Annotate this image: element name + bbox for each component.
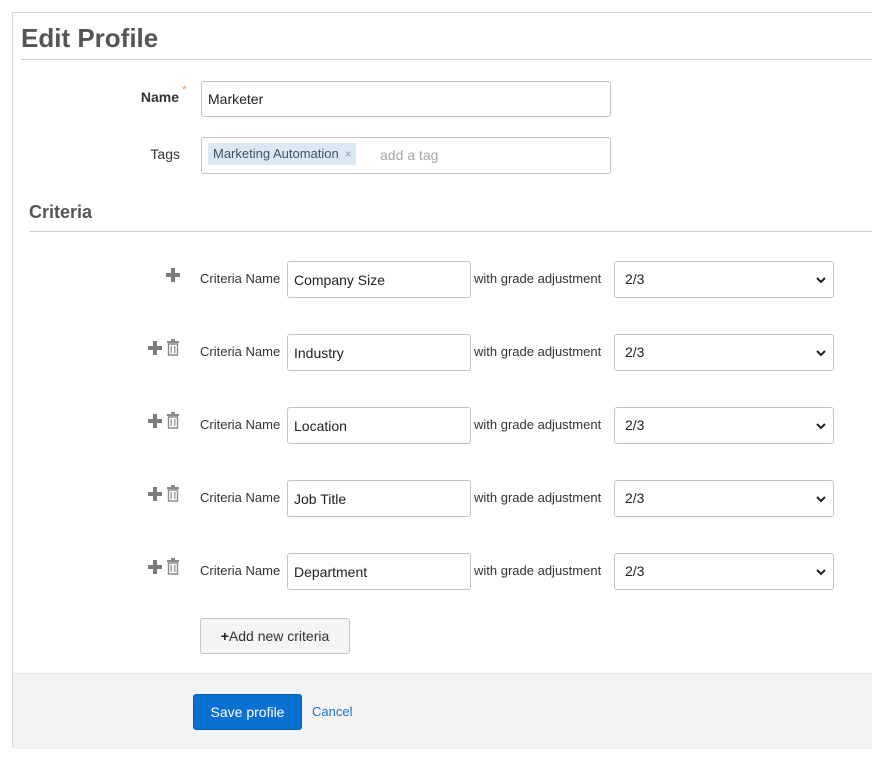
chevron-down-icon — [816, 496, 826, 503]
criteria-name-input[interactable] — [287, 261, 471, 298]
criteria-name-input[interactable] — [287, 480, 471, 517]
add-criteria-label: Add new criteria — [228, 628, 330, 644]
tag-label: Marketing Automation — [213, 146, 339, 161]
page-title: Edit Profile — [21, 23, 159, 53]
criteria-row: Criteria Name with grade adjustment 2/3 — [13, 261, 872, 299]
add-criteria-icon[interactable] — [165, 267, 181, 283]
edit-profile-panel: Edit Profile Name * Tags Marketing Autom… — [12, 12, 872, 749]
title-divider — [21, 59, 872, 60]
criteria-name-label: Criteria Name — [200, 417, 281, 432]
add-criteria-icon[interactable] — [147, 559, 163, 575]
tag-remove-icon[interactable]: × — [345, 147, 352, 161]
name-input[interactable] — [201, 81, 611, 117]
grade-adjustment-label: with grade adjustment — [474, 271, 602, 286]
name-label: Name — [140, 89, 179, 105]
grade-adjustment-select[interactable]: 2/3 — [614, 334, 834, 371]
criteria-row: Criteria Name with grade adjustment 2/3 — [13, 480, 872, 518]
required-indicator: * — [182, 83, 187, 97]
criteria-row: Criteria Name with grade adjustment 2/3 — [13, 407, 872, 445]
grade-adjustment-label: with grade adjustment — [474, 490, 602, 505]
add-criteria-icon[interactable] — [147, 413, 163, 429]
tags-field[interactable]: Marketing Automation × — [201, 137, 611, 174]
tags-label: Tags — [150, 146, 180, 162]
criteria-name-label: Criteria Name — [200, 271, 281, 286]
chevron-down-icon — [816, 569, 826, 576]
criteria-name-input[interactable] — [287, 334, 471, 371]
grade-adjustment-select[interactable]: 2/3 — [614, 480, 834, 517]
plus-icon: + — [220, 628, 229, 644]
grade-adjustment-select[interactable]: 2/3 — [614, 553, 834, 590]
criteria-row: Criteria Name with grade adjustment 2/3 — [13, 334, 872, 372]
criteria-name-label: Criteria Name — [200, 490, 281, 505]
criteria-name-input[interactable] — [287, 407, 471, 444]
tag-input[interactable] — [378, 146, 578, 164]
chevron-down-icon — [816, 277, 826, 284]
grade-value: 2/3 — [625, 563, 645, 579]
add-criteria-icon[interactable] — [147, 340, 163, 356]
criteria-name-label: Criteria Name — [200, 563, 281, 578]
grade-adjustment-label: with grade adjustment — [474, 563, 602, 578]
criteria-name-label: Criteria Name — [200, 344, 281, 359]
trash-icon[interactable] — [166, 339, 180, 356]
chevron-down-icon — [816, 423, 826, 430]
criteria-row: Criteria Name with grade adjustment 2/3 — [13, 553, 872, 591]
chevron-down-icon — [816, 350, 826, 357]
grade-adjustment-select[interactable]: 2/3 — [614, 407, 834, 444]
trash-icon[interactable] — [166, 485, 180, 502]
trash-icon[interactable] — [166, 558, 180, 575]
grade-adjustment-select[interactable]: 2/3 — [614, 261, 834, 298]
grade-value: 2/3 — [625, 417, 645, 433]
form-footer: Save profile Cancel — [13, 673, 872, 749]
grade-value: 2/3 — [625, 271, 645, 287]
add-criteria-button[interactable]: +Add new criteria — [200, 618, 350, 654]
criteria-divider — [29, 231, 872, 232]
tag-chip: Marketing Automation × — [208, 143, 356, 165]
add-criteria-icon[interactable] — [147, 486, 163, 502]
criteria-name-input[interactable] — [287, 553, 471, 590]
cancel-link[interactable]: Cancel — [312, 704, 352, 719]
grade-value: 2/3 — [625, 344, 645, 360]
criteria-section-title: Criteria — [29, 202, 93, 222]
grade-value: 2/3 — [625, 490, 645, 506]
grade-adjustment-label: with grade adjustment — [474, 344, 602, 359]
save-profile-button[interactable]: Save profile — [193, 694, 302, 730]
trash-icon[interactable] — [166, 412, 180, 429]
grade-adjustment-label: with grade adjustment — [474, 417, 602, 432]
